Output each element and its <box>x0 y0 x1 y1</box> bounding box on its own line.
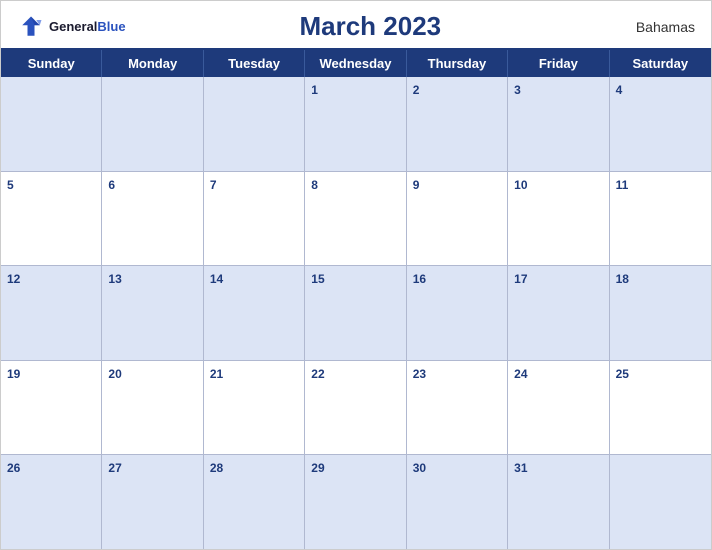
day-cell: 3 <box>508 77 609 171</box>
month-title: March 2023 <box>126 11 615 42</box>
logo-icon <box>17 13 45 41</box>
day-cell: 12 <box>1 266 102 360</box>
day-number: 31 <box>514 461 527 475</box>
day-cell: 13 <box>102 266 203 360</box>
header-wednesday: Wednesday <box>305 50 406 77</box>
day-number: 17 <box>514 272 527 286</box>
day-cell: 21 <box>204 361 305 455</box>
day-number: 28 <box>210 461 223 475</box>
logo-text: GeneralBlue <box>49 18 126 36</box>
day-cell: 24 <box>508 361 609 455</box>
day-cell: 1 <box>305 77 406 171</box>
day-number: 18 <box>616 272 629 286</box>
day-number: 14 <box>210 272 223 286</box>
week-row-2: 5 6 7 8 9 10 11 <box>1 172 711 267</box>
day-cell <box>610 455 711 549</box>
logo-blue-text: Blue <box>97 19 125 34</box>
day-cell: 9 <box>407 172 508 266</box>
day-number: 12 <box>7 272 20 286</box>
day-number: 16 <box>413 272 426 286</box>
day-number: 5 <box>7 178 14 192</box>
day-number: 15 <box>311 272 324 286</box>
logo-general: General <box>49 19 97 34</box>
day-number: 29 <box>311 461 324 475</box>
header-monday: Monday <box>102 50 203 77</box>
day-cell: 10 <box>508 172 609 266</box>
day-number: 4 <box>616 83 623 97</box>
day-number: 7 <box>210 178 217 192</box>
day-cell: 4 <box>610 77 711 171</box>
day-cell: 6 <box>102 172 203 266</box>
day-number: 11 <box>616 178 629 192</box>
week-row-5: 26 27 28 29 30 31 <box>1 455 711 549</box>
day-number: 2 <box>413 83 420 97</box>
day-cell <box>1 77 102 171</box>
day-number: 3 <box>514 83 521 97</box>
day-number: 23 <box>413 367 426 381</box>
day-cell: 25 <box>610 361 711 455</box>
day-cell: 26 <box>1 455 102 549</box>
day-number: 13 <box>108 272 121 286</box>
calendar-grid: Sunday Monday Tuesday Wednesday Thursday… <box>1 48 711 549</box>
day-cell: 20 <box>102 361 203 455</box>
day-number: 22 <box>311 367 324 381</box>
day-cell: 5 <box>1 172 102 266</box>
calendar-header: GeneralBlue March 2023 Bahamas <box>1 1 711 48</box>
day-cell: 31 <box>508 455 609 549</box>
day-number: 19 <box>7 367 20 381</box>
day-cell: 2 <box>407 77 508 171</box>
header-friday: Friday <box>508 50 609 77</box>
day-cell: 29 <box>305 455 406 549</box>
day-cell: 17 <box>508 266 609 360</box>
day-number: 10 <box>514 178 527 192</box>
header-saturday: Saturday <box>610 50 711 77</box>
day-number: 30 <box>413 461 426 475</box>
day-cell: 30 <box>407 455 508 549</box>
day-headers-row: Sunday Monday Tuesday Wednesday Thursday… <box>1 50 711 77</box>
day-number: 1 <box>311 83 318 97</box>
day-cell: 27 <box>102 455 203 549</box>
day-number: 21 <box>210 367 223 381</box>
day-cell: 15 <box>305 266 406 360</box>
day-cell: 19 <box>1 361 102 455</box>
week-row-3: 12 13 14 15 16 17 18 <box>1 266 711 361</box>
logo: GeneralBlue <box>17 13 126 41</box>
weeks-container: 1234567891011121314151617181920212223242… <box>1 77 711 549</box>
day-number: 27 <box>108 461 121 475</box>
country-label: Bahamas <box>615 19 695 35</box>
day-cell: 7 <box>204 172 305 266</box>
day-cell: 28 <box>204 455 305 549</box>
day-cell: 18 <box>610 266 711 360</box>
day-number: 6 <box>108 178 115 192</box>
week-row-1: 1 2 3 4 <box>1 77 711 172</box>
day-number: 9 <box>413 178 420 192</box>
day-cell: 8 <box>305 172 406 266</box>
day-number: 20 <box>108 367 121 381</box>
day-number: 25 <box>616 367 629 381</box>
day-cell <box>204 77 305 171</box>
day-cell: 14 <box>204 266 305 360</box>
header-sunday: Sunday <box>1 50 102 77</box>
day-number: 26 <box>7 461 20 475</box>
day-cell: 22 <box>305 361 406 455</box>
calendar: GeneralBlue March 2023 Bahamas Sunday Mo… <box>0 0 712 550</box>
week-row-4: 19 20 21 22 23 24 25 <box>1 361 711 456</box>
day-cell: 11 <box>610 172 711 266</box>
day-number: 24 <box>514 367 527 381</box>
day-cell: 23 <box>407 361 508 455</box>
day-cell: 16 <box>407 266 508 360</box>
day-cell <box>102 77 203 171</box>
day-number: 8 <box>311 178 318 192</box>
header-thursday: Thursday <box>407 50 508 77</box>
header-tuesday: Tuesday <box>204 50 305 77</box>
